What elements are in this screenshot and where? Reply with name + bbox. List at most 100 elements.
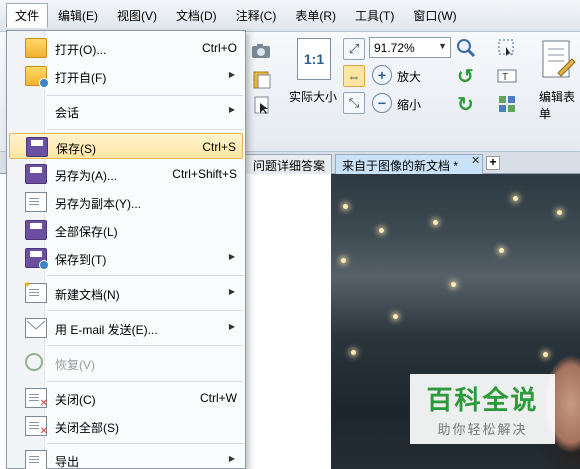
snapshot-icon[interactable] [250,42,272,60]
menu-separator [47,310,243,311]
menu-edit[interactable]: 编辑(E) [49,3,107,28]
session-icon [25,101,47,121]
text-field-icon[interactable]: T [496,65,518,87]
menu-item-save-to[interactable]: 保存到(T) ▶ [9,245,243,271]
save-icon [26,137,48,157]
save-all-icon [25,220,47,240]
clipboard-icon[interactable] [250,68,274,90]
close-document-icon: ✕ [25,388,48,409]
magnifier-icon[interactable] [455,37,477,59]
menu-item-save-as[interactable]: 另存为(A)... Ctrl+Shift+S [9,161,243,187]
menu-item-label: 打开(O)... [55,43,107,57]
export-icon [25,450,47,469]
zoom-in-label[interactable]: 放大 [397,68,421,85]
restore-icon [25,353,43,371]
menu-item-label: 导出 [55,455,80,469]
menu-item-label: 关闭(C) [55,393,96,407]
menu-item-save-copy[interactable]: 另存为副本(Y)... [9,189,243,215]
zoom-in-icon[interactable]: + [372,65,392,85]
chevron-down-icon: ▼ [438,41,447,51]
save-to-icon [25,248,49,270]
menu-document[interactable]: 文档(D) [167,3,226,28]
menu-item-restore: 恢复(V) [9,350,243,376]
close-icon[interactable]: ✕ [471,154,480,167]
menu-item-label: 打开自(F) [55,71,107,85]
menu-tools[interactable]: 工具(T) [346,3,403,28]
zoom-out-label[interactable]: 缩小 [397,96,421,113]
menu-item-label: 关闭全部(S) [55,421,119,435]
watermark-subtitle: 助你轻松解决 [437,422,528,437]
fit-width-icon[interactable]: ⇔ [343,65,365,87]
save-copy-icon [25,192,47,212]
submenu-arrow-icon: ▶ [228,252,235,261]
select-tool-icon[interactable] [250,94,274,116]
menu-view[interactable]: 视图(V) [108,3,166,28]
menu-item-save[interactable]: 保存(S) Ctrl+S [9,133,243,159]
menu-item-shortcut: Ctrl+S [202,140,236,154]
menu-item-label: 保存到(T) [55,253,107,267]
save-as-icon [25,164,47,184]
tab-label: 问题详细答案 [252,159,325,173]
submenu-arrow-icon: ▶ [228,287,235,296]
menu-item-session[interactable]: 会话 ▶ [9,98,243,124]
menu-item-shortcut: Ctrl+W [200,391,237,405]
menu-separator [47,129,243,130]
menu-item-close-all[interactable]: ✕ 关闭全部(S) [9,413,243,439]
menu-item-new-document[interactable]: ✦ 新建文档(N) ▶ [9,280,243,306]
rotate-right-icon[interactable]: ↻ [457,92,474,117]
tab-label: 来自于图像的新文档 * [342,159,459,173]
email-icon [25,318,47,338]
menu-item-label: 恢复(V) [55,358,95,372]
submenu-arrow-icon: ▶ [228,454,235,463]
submenu-arrow-icon: ▶ [228,70,235,79]
menu-item-label: 另存为(A)... [55,169,117,183]
menu-item-label: 全部保存(L) [55,225,118,239]
rotate-left-icon[interactable]: ↺ [457,64,474,89]
actual-size-icon-text: 1:1 [303,51,325,67]
fit-page-icon[interactable]: ⤢ [343,38,365,60]
submenu-arrow-icon: ▶ [228,322,235,331]
menu-file[interactable]: 文件 [6,3,49,28]
zoom-select[interactable]: 91.72% ▼ [369,37,451,58]
folder-open-icon [25,38,47,58]
submenu-arrow-icon: ▶ [228,105,235,114]
menu-item-open[interactable]: 打开(O)... Ctrl+O [9,35,243,61]
menu-item-label: 保存(S) [56,142,96,156]
menu-item-save-all[interactable]: 全部保存(L) [9,217,243,243]
close-all-icon: ✕ [25,416,48,437]
watermark: 百科全说 助你轻松解决 [410,374,555,444]
menu-item-export[interactable]: 导出 ▶ [9,447,243,469]
zoom-out-icon[interactable]: − [372,93,392,113]
edit-form-icon[interactable] [539,38,577,82]
form-fields-icon[interactable] [496,93,518,115]
menu-separator [47,443,243,444]
actual-size-icon[interactable]: 1:1 [297,38,331,80]
actual-size-label[interactable]: 实际大小 [289,88,337,105]
new-document-icon: ✦ [23,280,47,303]
folder-globe-icon [25,66,49,88]
menu-separator [47,95,243,96]
menu-separator [47,381,243,382]
menu-form[interactable]: 表单(R) [286,3,345,28]
menu-item-label: 另存为副本(Y)... [55,197,141,211]
menu-item-email[interactable]: 用 E-mail 发送(E)... ▶ [9,315,243,341]
tab-document-2[interactable]: 来自于图像的新文档 * [335,154,483,174]
menu-separator [47,275,243,276]
menu-item-label: 用 E-mail 发送(E)... [55,323,158,337]
menu-item-open-from[interactable]: 打开自(F) ▶ [9,63,243,89]
menu-item-label: 会话 [55,106,80,120]
edit-form-label[interactable]: 编辑表单 [539,88,580,122]
menu-comment[interactable]: 注释(C) [227,3,286,28]
menubar: 文件 编辑(E) 视图(V) 文档(D) 注释(C) 表单(R) 工具(T) 窗… [0,0,580,32]
menu-item-close[interactable]: ✕ 关闭(C) Ctrl+W [9,385,243,411]
select-annotation-icon[interactable] [496,37,518,59]
menu-item-shortcut: Ctrl+O [201,41,237,55]
menu-item-label: 新建文档(N) [55,288,120,302]
menu-item-shortcut: Ctrl+Shift+S [172,167,237,181]
svg-text:T: T [502,72,508,83]
add-tab-icon[interactable]: + [486,156,500,170]
menu-separator [47,345,243,346]
fit-visible-icon[interactable]: ⤡ [343,92,365,114]
watermark-title: 百科全说 [426,385,539,415]
menu-window[interactable]: 窗口(W) [404,3,465,28]
